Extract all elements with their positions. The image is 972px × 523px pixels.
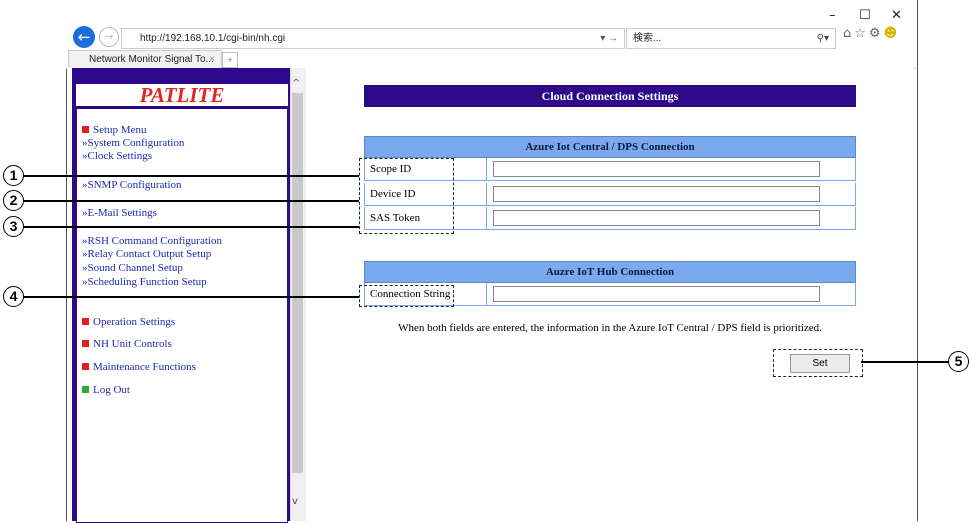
minimize-button[interactable]: – [829,8,836,23]
smiley-icon[interactable]: ☻ [884,26,901,41]
red-square-icon [82,126,89,133]
scroll-down-icon[interactable]: v [292,496,298,507]
browser-tab[interactable]: Network Monitor Signal To... × [68,50,222,68]
nav-logout[interactable]: Log Out [82,384,130,396]
settings-gear-icon[interactable]: ⚙ [869,26,884,41]
connection-string-input[interactable] [493,286,820,302]
home-icon[interactable]: ⌂ [843,26,854,41]
close-tab-icon[interactable]: × [209,51,215,68]
field-labels-highlight [359,158,454,234]
callout-5: 5 [948,351,969,372]
sas-token-input[interactable] [493,210,820,226]
red-square-icon [82,318,89,325]
callout-line-4 [22,296,359,298]
nav-operation-settings[interactable]: Operation Settings [82,316,175,328]
setup-menu-heading[interactable]: Setup Menu [82,124,146,136]
search-box[interactable]: 検索... ⚲▾ [626,28,836,49]
arrow-left-icon: ← [77,28,91,46]
green-square-icon [82,386,89,393]
nav-maintenance[interactable]: Maintenance Functions [82,361,196,373]
callout-3: 3 [3,216,24,237]
connection-string-highlight [359,285,454,307]
url-text: http://192.168.10.1/cgi-bin/nh.cgi [140,33,286,44]
callout-2: 2 [3,190,24,211]
tab-title: Network Monitor Signal To... [89,54,214,65]
set-button-highlight [773,349,863,377]
scope-id-input[interactable] [493,161,820,177]
device-id-input[interactable] [493,186,820,202]
red-square-icon [82,363,89,370]
scrollbar-thumb[interactable] [292,93,303,473]
callout-line-3 [22,226,359,228]
address-bar[interactable]: http://192.168.10.1/cgi-bin/nh.cgi ▾ → [121,28,625,49]
nav-email-settings[interactable]: »E-Mail Settings [82,207,157,219]
priority-note: When both fields are entered, the inform… [398,322,822,334]
nav-system-configuration[interactable]: »System Configuration [82,137,184,149]
scroll-up-icon[interactable]: ^ [292,78,300,89]
callout-line-2 [22,200,359,202]
callout-line-1 [22,175,359,177]
new-tab-button[interactable]: + [222,52,238,68]
back-button[interactable]: ← [73,26,95,48]
nav-snmp-configuration[interactable]: »SNMP Configuration [82,179,182,191]
toolbar-icons: ⌂☆⚙☻ [843,26,900,41]
page-title: Cloud Connection Settings [364,85,856,107]
nav-relay-contact[interactable]: »Relay Contact Output Setup [82,248,211,260]
nav-sound-channel[interactable]: »Sound Channel Setup [82,262,183,274]
nav-scheduling[interactable]: »Scheduling Function Setup [82,276,207,288]
arrow-right-icon: → [104,30,114,43]
callout-line-5 [861,361,949,363]
go-icon[interactable]: ▾ → [600,29,618,48]
search-placeholder: 検索... [633,33,662,44]
nav-rsh-command[interactable]: »RSH Command Configuration [82,235,222,247]
callout-4: 4 [3,286,24,307]
close-button[interactable]: ✕ [891,8,902,23]
azure-dps-section-header: Azure Iot Central / DPS Connection [364,136,856,158]
maximize-button[interactable]: ☐ [859,8,871,23]
callout-1: 1 [3,165,24,186]
iot-hub-section-header: Auzre IoT Hub Connection [364,261,856,283]
patlite-logo: PATLITE [76,84,288,106]
favorites-star-icon[interactable]: ☆ [854,26,869,41]
red-square-icon [82,340,89,347]
search-icon[interactable]: ⚲▾ [817,29,829,48]
nav-nh-unit-controls[interactable]: NH Unit Controls [82,338,172,350]
forward-button[interactable]: → [99,27,119,47]
nav-clock-settings[interactable]: »Clock Settings [82,150,152,162]
